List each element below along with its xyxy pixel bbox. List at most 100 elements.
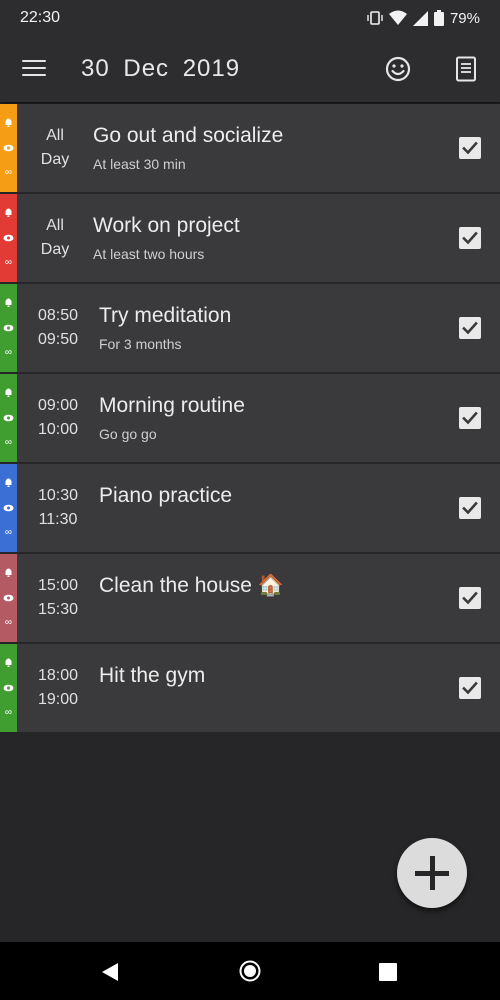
note-icon[interactable]: [455, 56, 477, 82]
add-task-button[interactable]: [397, 838, 467, 908]
check-icon: [462, 681, 478, 695]
task-subtitle: At least 30 min: [93, 156, 186, 172]
eye-icon: [3, 414, 14, 422]
task-time: 09:00 10:00: [28, 394, 88, 442]
repeat-icon: ∞: [4, 167, 13, 178]
repeat-icon: ∞: [4, 707, 13, 718]
back-icon[interactable]: [100, 962, 120, 982]
task-row[interactable]: ∞ 18:00 19:00 Hit the gym: [0, 644, 500, 732]
task-done-checkbox[interactable]: [459, 587, 481, 609]
task-done-checkbox[interactable]: [459, 407, 481, 429]
task-time-end: 10:00: [37, 421, 79, 438]
task-row[interactable]: ∞ 15:00 15:30 Clean the house 🏠: [0, 554, 500, 642]
task-done-checkbox[interactable]: [459, 317, 481, 339]
status-time: 22:30: [20, 9, 61, 26]
task-done-checkbox[interactable]: [459, 227, 481, 249]
smile-icon[interactable]: [385, 56, 411, 82]
eye-icon: [3, 594, 14, 602]
task-title: Hit the gym: [99, 664, 206, 687]
check-icon: [462, 321, 478, 335]
task-time: 08:50 09:50: [28, 304, 88, 352]
check-icon: [462, 141, 478, 155]
check-icon: [462, 231, 478, 245]
task-time-end: 15:30: [37, 601, 79, 618]
task-time: 15:00 15:30: [28, 574, 88, 622]
task-time-start: 10:30: [37, 487, 79, 504]
status-bar: 22:30 79%: [0, 0, 500, 36]
task-time-start: All: [46, 127, 64, 144]
repeat-icon: ∞: [4, 347, 13, 358]
task-title: Work on project: [93, 214, 240, 237]
task-subtitle: Go go go: [99, 426, 157, 442]
task-color-stripe: ∞: [0, 284, 17, 372]
task-title: Morning routine: [99, 394, 245, 417]
task-time: All Day: [26, 214, 84, 262]
repeat-icon: ∞: [4, 617, 13, 628]
task-row[interactable]: ∞ 10:30 11:30 Piano practice: [0, 464, 500, 552]
task-done-checkbox[interactable]: [459, 137, 481, 159]
bell-icon: [5, 208, 12, 217]
task-time-end: 11:30: [38, 511, 78, 528]
wifi-icon: [388, 10, 407, 25]
status-icons: 79%: [367, 10, 480, 27]
eye-icon: [3, 504, 14, 512]
task-color-stripe: ∞: [0, 374, 17, 462]
task-done-checkbox[interactable]: [459, 677, 481, 699]
task-time-end: 09:50: [37, 331, 79, 348]
task-title: Try meditation: [99, 304, 232, 327]
repeat-icon: ∞: [4, 437, 13, 448]
task-title: Clean the house 🏠: [99, 574, 284, 597]
bell-icon: [5, 298, 12, 307]
bell-icon: [5, 118, 12, 127]
task-time-end: Day: [40, 151, 70, 168]
task-color-stripe: ∞: [0, 554, 17, 642]
task-title: Piano practice: [99, 484, 233, 507]
repeat-icon: ∞: [4, 527, 13, 538]
task-time: 10:30 11:30: [28, 484, 88, 532]
menu-icon[interactable]: [22, 60, 46, 78]
check-icon: [462, 411, 478, 425]
bell-icon: [5, 388, 12, 397]
task-list: ∞ All Day Go out and socialize At least …: [0, 104, 500, 734]
vibrate-icon: [367, 11, 383, 25]
eye-icon: [3, 324, 14, 332]
task-color-stripe: ∞: [0, 194, 17, 282]
eye-icon: [3, 234, 14, 242]
battery-percent: 79%: [449, 9, 480, 27]
signal-icon: [412, 10, 428, 26]
task-color-stripe: ∞: [0, 464, 17, 552]
task-time-start: 15:00: [37, 577, 79, 594]
recents-icon[interactable]: [379, 963, 397, 981]
bell-icon: [5, 568, 12, 577]
task-subtitle: At least two hours: [93, 246, 205, 262]
task-time-start: 09:00: [37, 397, 79, 414]
check-icon: [462, 591, 478, 605]
plus-icon: [415, 856, 449, 890]
task-color-stripe: ∞: [0, 104, 17, 192]
task-row[interactable]: ∞ All Day Go out and socialize At least …: [0, 104, 500, 192]
task-time-start: 08:50: [37, 307, 79, 324]
check-icon: [462, 501, 478, 515]
task-done-checkbox[interactable]: [459, 497, 481, 519]
eye-icon: [3, 144, 14, 152]
task-time-start: All: [46, 217, 64, 234]
eye-icon: [3, 684, 14, 692]
task-row[interactable]: ∞ 08:50 09:50 Try meditation For 3 month…: [0, 284, 500, 372]
task-time-end: 19:00: [37, 691, 79, 708]
bell-icon: [5, 478, 12, 487]
task-time-end: Day: [40, 241, 70, 258]
navigation-bar: [0, 942, 500, 1000]
task-title: Go out and socialize: [93, 124, 284, 147]
bell-icon: [5, 658, 12, 667]
task-color-stripe: ∞: [0, 644, 17, 732]
task-row[interactable]: ∞ 09:00 10:00 Morning routine Go go go: [0, 374, 500, 462]
home-icon[interactable]: [239, 960, 261, 982]
page-title: 30 Dec 2019: [81, 55, 241, 82]
task-time: All Day: [26, 124, 84, 172]
battery-icon: [433, 10, 444, 26]
task-row[interactable]: ∞ All Day Work on project At least two h…: [0, 194, 500, 282]
task-time-start: 18:00: [37, 667, 79, 684]
app-bar: 30 Dec 2019: [0, 36, 500, 102]
task-time: 18:00 19:00: [28, 664, 88, 712]
repeat-icon: ∞: [4, 257, 13, 268]
